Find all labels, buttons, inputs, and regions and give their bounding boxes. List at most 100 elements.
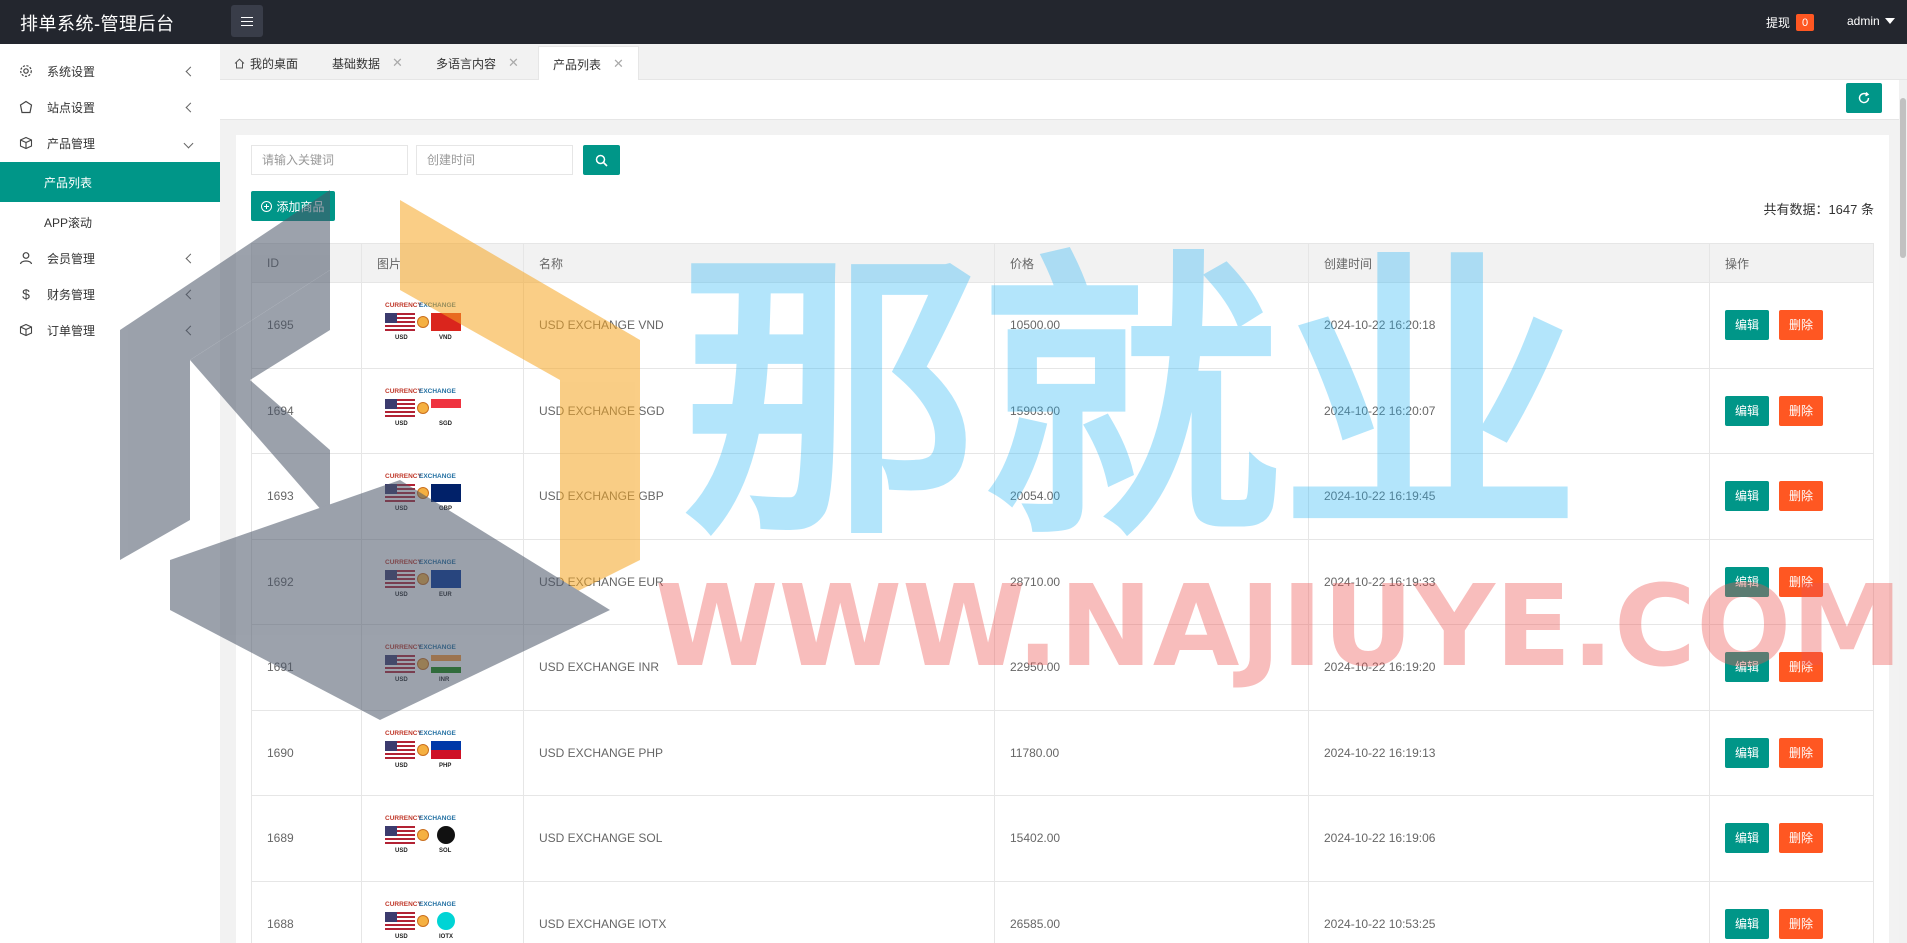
cell-image: CURRENCY EXCHANGE USD IOTX — [361, 880, 524, 943]
cell-image: CURRENCY EXCHANGE USD SGD — [361, 367, 524, 454]
order-icon — [19, 323, 33, 337]
sidebar-item-label: 财务管理 — [47, 287, 96, 302]
delete-button[interactable]: 删除 — [1779, 395, 1823, 426]
cell-created: 2024-10-22 16:19:06 — [1308, 795, 1710, 882]
us-flag-icon — [385, 313, 415, 332]
tab-my-desktop[interactable]: 我的桌面 — [220, 46, 312, 80]
thumb-label-right: EXCHANGE — [419, 558, 456, 566]
edit-button[interactable]: 编辑 — [1725, 566, 1769, 597]
edit-button[interactable]: 编辑 — [1725, 823, 1769, 854]
thumb-label-left: CURRENCY — [385, 558, 422, 566]
delete-button[interactable]: 删除 — [1779, 823, 1823, 854]
thumb-target-currency: VND — [439, 335, 452, 342]
thumb-label-left: CURRENCY — [385, 900, 422, 908]
sidebar-item-product-management[interactable]: 产品管理 — [0, 125, 220, 161]
sidebar-item-finance-management[interactable]: $ 财务管理 — [0, 276, 220, 312]
cell-actions: 编辑 删除 — [1709, 538, 1874, 625]
sidebar-item-label: 会员管理 — [47, 251, 96, 266]
cell-id: 1694 — [251, 367, 362, 454]
column-header-name: 名称 — [523, 243, 995, 283]
delete-button[interactable]: 删除 — [1779, 652, 1823, 683]
edit-button[interactable]: 编辑 — [1725, 395, 1769, 426]
delete-button[interactable]: 删除 — [1779, 566, 1823, 597]
currency-flag-icon — [437, 911, 455, 930]
tab-label: 产品列表 — [553, 57, 602, 72]
withdraw-link[interactable]: 提现 0 — [1766, 14, 1815, 31]
delete-button[interactable]: 删除 — [1779, 908, 1823, 939]
cell-name: USD EXCHANGE SGD — [523, 367, 995, 454]
cell-created: 2024-10-22 16:19:33 — [1308, 538, 1710, 625]
delete-button[interactable]: 删除 — [1779, 737, 1823, 768]
thumb-base-currency: USD — [395, 591, 408, 598]
thumb-base-currency: USD — [395, 420, 408, 427]
cell-image: CURRENCY EXCHANGE USD SOL — [361, 795, 524, 882]
refresh-button[interactable] — [1846, 83, 1882, 113]
close-icon[interactable]: ✕ — [392, 55, 403, 71]
tab-multilang-content[interactable]: 多语言内容 ✕ — [422, 46, 533, 80]
product-thumbnail: CURRENCY EXCHANGE USD INR — [377, 641, 461, 693]
delete-button[interactable]: 删除 — [1779, 310, 1823, 341]
edit-button[interactable]: 编辑 — [1725, 310, 1769, 341]
sidebar-subitem-product-list[interactable]: 产品列表 — [0, 162, 220, 202]
scrollbar-thumb[interactable] — [1900, 98, 1906, 258]
tab-basic-data[interactable]: 基础数据 ✕ — [318, 46, 417, 80]
column-header-price: 价格 — [994, 243, 1309, 283]
created-time-input[interactable] — [416, 145, 573, 175]
edit-button[interactable]: 编辑 — [1725, 481, 1769, 512]
exchange-icon — [417, 316, 429, 329]
sidebar-item-system-settings[interactable]: 系统设置 — [0, 53, 220, 89]
sidebar-item-member-management[interactable]: 会员管理 — [0, 240, 220, 276]
cell-id: 1688 — [251, 880, 362, 943]
cell-id: 1695 — [251, 282, 362, 369]
delete-button[interactable]: 删除 — [1779, 481, 1823, 512]
menu-toggle-button[interactable] — [231, 5, 263, 37]
thumb-label-left: CURRENCY — [385, 473, 422, 481]
cell-name: USD EXCHANGE IOTX — [523, 880, 995, 943]
currency-flag-icon — [431, 569, 461, 588]
user-menu[interactable]: admin — [1847, 14, 1895, 28]
cell-created: 2024-10-22 16:20:07 — [1308, 367, 1710, 454]
edit-button[interactable]: 编辑 — [1725, 908, 1769, 939]
thumb-label-left: CURRENCY — [385, 302, 422, 310]
cell-name: USD EXCHANGE GBP — [523, 453, 995, 540]
cell-name: USD EXCHANGE EUR — [523, 538, 995, 625]
search-button[interactable] — [583, 145, 620, 175]
chevron-left-icon — [185, 66, 196, 76]
top-bar: 排单系统-管理后台 提现 0 admin — [0, 0, 1907, 44]
site-icon — [19, 100, 33, 114]
sidebar-subitem-app-scroll[interactable]: APP滚动 — [0, 202, 220, 242]
cell-created: 2024-10-22 16:19:45 — [1308, 453, 1710, 540]
table-row: 1693 CURRENCY EXCHANGE USD GBP USD EXCHA… — [251, 453, 1874, 540]
cell-price: 15903.00 — [994, 367, 1309, 454]
cell-name: USD EXCHANGE SOL — [523, 795, 995, 882]
cell-price: 22950.00 — [994, 624, 1309, 711]
close-icon[interactable]: ✕ — [613, 56, 624, 72]
cell-created: 2024-10-22 10:53:25 — [1308, 880, 1710, 943]
cell-created: 2024-10-22 16:19:13 — [1308, 709, 1710, 796]
sidebar-item-label: 站点设置 — [47, 100, 96, 115]
sidebar-item-label: 订单管理 — [47, 323, 96, 338]
us-flag-icon — [385, 826, 415, 845]
cell-id: 1692 — [251, 538, 362, 625]
edit-button[interactable]: 编辑 — [1725, 652, 1769, 683]
withdraw-count-badge: 0 — [1796, 14, 1815, 31]
thumb-label-left: CURRENCY — [385, 729, 422, 737]
product-thumbnail: CURRENCY EXCHANGE USD GBP — [377, 470, 461, 522]
currency-flag-icon — [437, 826, 455, 845]
add-product-button[interactable]: 添加商品 — [251, 191, 335, 221]
thumb-target-currency: SGD — [439, 420, 453, 427]
us-flag-icon — [385, 911, 415, 930]
sidebar: 系统设置 站点设置 产品管理 产品列表 APP滚动 会员管理 $ 财务管理 订单… — [0, 44, 220, 943]
cell-id: 1693 — [251, 453, 362, 540]
cell-actions: 编辑 删除 — [1709, 795, 1874, 882]
thumb-label-left: CURRENCY — [385, 387, 422, 395]
sidebar-item-site-settings[interactable]: 站点设置 — [0, 89, 220, 125]
edit-button[interactable]: 编辑 — [1725, 737, 1769, 768]
thumb-label-right: EXCHANGE — [419, 473, 456, 481]
tab-product-list[interactable]: 产品列表 ✕ — [538, 46, 639, 81]
cell-price: 20054.00 — [994, 453, 1309, 540]
thumb-target-currency: INR — [439, 677, 450, 684]
close-icon[interactable]: ✕ — [508, 55, 519, 71]
keyword-search-input[interactable] — [251, 145, 408, 175]
sidebar-item-order-management[interactable]: 订单管理 — [0, 312, 220, 348]
